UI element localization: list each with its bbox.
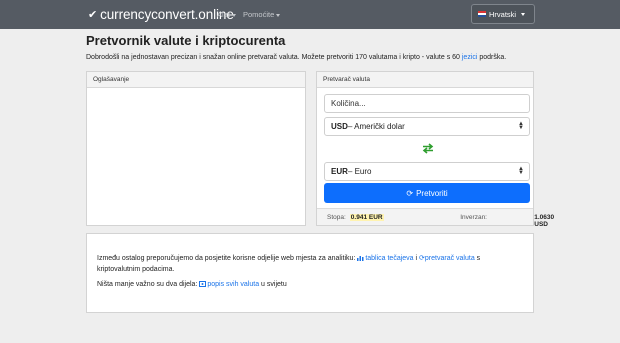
intro-text: Dobrodošli na jednostavan precizan i sna… — [86, 54, 506, 61]
from-currency-select[interactable]: USD – Američki dolar ▲ ▼ — [324, 117, 530, 136]
rate-label: Stopa: — [327, 214, 346, 221]
to-currency-name: – Euro — [347, 167, 372, 176]
intro-text-before: Dobrodošli na jednostavan precizan i sna… — [86, 54, 462, 61]
brand-logo[interactable]: ✔ currencyconvert.online — [88, 7, 234, 22]
intro-text-after: podrška. — [477, 54, 507, 61]
convert-button[interactable]: ⟳ Pretvoriti — [324, 183, 530, 203]
nav-menu-help-label: Pomoćite — [243, 10, 275, 19]
converter-panel: Pretvarač valuta Količina... USD – Ameri… — [316, 71, 554, 228]
info-panel: Između ostalog preporučujemo da posjetit… — [86, 233, 534, 313]
to-currency-code: EUR — [331, 167, 348, 176]
chevron-down-icon — [276, 13, 281, 17]
rate-bar: Stopa: 0.941 EUR Inverzan: 1.0630 USD — [317, 208, 554, 228]
nav-menu-tools-label: Alat — [217, 10, 230, 19]
croatia-flag-icon — [478, 11, 486, 17]
rate-value: 0.941 EUR — [349, 214, 384, 221]
chevron-down-icon — [231, 13, 236, 17]
info-line-2: Ništa manje važno su dva dijela: popis s… — [97, 281, 287, 288]
select-arrows-icon: ▲ ▼ — [518, 166, 524, 176]
amount-input[interactable]: Količina... — [324, 94, 530, 113]
nav-menu-tools[interactable]: Alat — [217, 10, 236, 19]
brand-name: currencyconvert.online — [100, 7, 234, 22]
amount-placeholder: Količina... — [331, 99, 366, 108]
rate: Stopa: 0.941 EUR — [327, 214, 384, 221]
convert-button-label: Pretvoriti — [416, 188, 448, 198]
currency-converter-link[interactable]: pretvarač valuta — [425, 255, 475, 262]
chart-icon — [357, 256, 364, 261]
inverse-label: Inverzan: — [460, 214, 487, 221]
from-currency-name: – Američki dolar — [347, 122, 405, 131]
all-currencies-link[interactable]: popis svih valuta — [207, 281, 259, 288]
from-currency-code: USD — [331, 122, 348, 131]
info-text2-before: Ništa manje važno su dva dijela: — [97, 281, 200, 288]
converter-panel-header: Pretvarač valuta — [317, 72, 533, 88]
info-text2-after: u svijetu — [259, 281, 287, 288]
ad-panel-header: Oglašavanje — [87, 72, 305, 88]
to-currency-select[interactable]: EUR – Euro ▲ ▼ — [324, 162, 530, 181]
swap-icon[interactable] — [422, 143, 434, 154]
inverse-rate: Inverzan: 1.0630 USD — [460, 214, 554, 228]
language-label: Hrvatski — [489, 9, 517, 19]
check-icon: ✔ — [88, 9, 98, 21]
money-icon — [199, 281, 207, 287]
info-line-1: Između ostalog preporučujemo da posjetit… — [97, 253, 525, 275]
refresh-icon: ⟳ — [406, 188, 414, 198]
page-title: Pretvornik valute i kriptocurenta — [86, 33, 286, 48]
language-dropdown[interactable]: Hrvatski — [471, 4, 535, 24]
select-arrows-icon: ▲ ▼ — [518, 121, 524, 131]
navbar: ✔ currencyconvert.online Alat Pomoćite H… — [0, 0, 620, 29]
info-text-before: Između ostalog preporučujemo da posjetit… — [97, 255, 358, 262]
nav-menu-help[interactable]: Pomoćite — [243, 10, 281, 19]
inverse-value: 1.0630 USD — [534, 214, 555, 228]
languages-link[interactable]: jezici — [462, 54, 478, 61]
ad-panel: Oglašavanje — [86, 71, 306, 226]
chevron-down-icon — [521, 12, 526, 16]
exchange-table-link[interactable]: tablica tečajeva — [365, 255, 413, 262]
